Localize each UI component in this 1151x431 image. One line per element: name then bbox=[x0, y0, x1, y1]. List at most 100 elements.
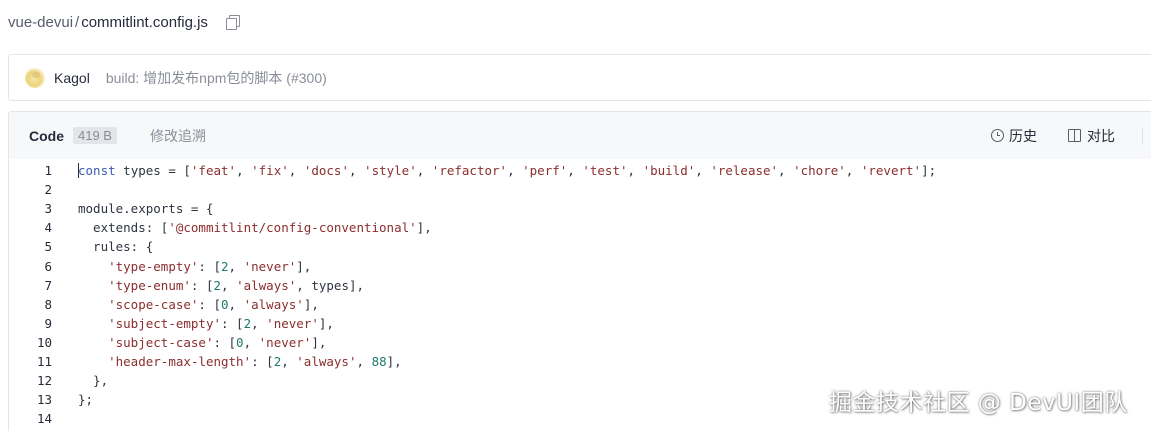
code-token: , bbox=[416, 163, 432, 178]
code-token: extends: [ bbox=[78, 220, 169, 236]
line-number[interactable]: 12 bbox=[9, 373, 52, 388]
code-line: 9 'subject-empty': [2, 'never'], bbox=[9, 314, 1151, 333]
code-token: 'test' bbox=[582, 163, 628, 178]
line-number[interactable]: 5 bbox=[9, 239, 52, 254]
avatar[interactable] bbox=[25, 67, 45, 88]
code-token: 'build' bbox=[642, 163, 696, 178]
code-token: , bbox=[281, 354, 297, 369]
code-token: ], bbox=[386, 354, 402, 369]
code-token: }, bbox=[78, 373, 109, 389]
code-token: , bbox=[288, 163, 304, 178]
code-line: 2 bbox=[9, 180, 1151, 199]
line-number[interactable]: 8 bbox=[9, 297, 52, 312]
code-token: : [ bbox=[198, 296, 221, 312]
compare-button[interactable]: 对比 bbox=[1068, 126, 1128, 146]
code-token: '@commitlint/config-conventional' bbox=[168, 220, 417, 236]
code-text: 'type-enum': [2, 'always', types], bbox=[78, 278, 364, 293]
code-token: , bbox=[251, 315, 267, 331]
code-token: 88 bbox=[371, 354, 387, 369]
code-token: , bbox=[243, 334, 259, 350]
code-token: 'never' bbox=[258, 334, 312, 350]
commit-author[interactable]: Kagol bbox=[54, 70, 90, 86]
code-token: : [ bbox=[190, 277, 214, 293]
code-token: , bbox=[228, 296, 244, 312]
line-number[interactable]: 13 bbox=[9, 392, 52, 407]
code-token: ], bbox=[303, 296, 319, 312]
code-text: 'subject-case': [0, 'never'], bbox=[78, 335, 326, 350]
code-token: ], bbox=[318, 315, 334, 331]
code-token: 'scope-case' bbox=[108, 296, 199, 312]
code-token: }; bbox=[78, 392, 94, 408]
history-label: 历史 bbox=[1009, 127, 1037, 144]
breadcrumb-separator: / bbox=[75, 13, 80, 31]
code-token: 'never' bbox=[266, 315, 319, 331]
line-number[interactable]: 7 bbox=[9, 278, 52, 293]
line-number[interactable]: 3 bbox=[9, 201, 52, 216]
tab-blame[interactable]: 修改追溯 bbox=[150, 126, 206, 146]
code-token: , bbox=[221, 277, 237, 293]
code-token: : [ bbox=[251, 354, 274, 369]
code-line: 10 'subject-case': [0, 'never'], bbox=[9, 333, 1151, 352]
code-token: , bbox=[348, 163, 365, 178]
code-token: ], bbox=[296, 258, 312, 274]
code-token: : [ bbox=[213, 334, 237, 350]
watermark: 掘金技术社区 @ DevUI团队 bbox=[829, 390, 1128, 416]
code-token: ]; bbox=[921, 163, 937, 178]
breadcrumb-repo-link[interactable]: vue-devui bbox=[8, 14, 73, 31]
code-token: , bbox=[845, 163, 861, 178]
tab-code[interactable]: Code bbox=[29, 128, 64, 144]
breadcrumb-file-name: commitlint.config.js bbox=[81, 13, 208, 31]
clock-icon bbox=[991, 129, 1004, 142]
code-token: , bbox=[507, 163, 523, 178]
line-number[interactable]: 6 bbox=[9, 259, 52, 274]
code-token: 0 bbox=[221, 296, 229, 312]
code-token: : [ bbox=[198, 258, 221, 274]
line-number[interactable]: 9 bbox=[9, 316, 52, 331]
code-token: 'docs' bbox=[303, 163, 349, 178]
history-button[interactable]: 历史 bbox=[991, 126, 1051, 146]
code-token: , bbox=[567, 163, 583, 178]
code-token: 'feat' bbox=[190, 163, 237, 178]
line-number[interactable]: 11 bbox=[9, 354, 52, 369]
code-token: module.exports = { bbox=[78, 201, 214, 217]
code-token: 'always' bbox=[243, 296, 304, 312]
code-token: const bbox=[78, 163, 116, 178]
code-token: ], bbox=[416, 220, 432, 236]
code-line: 4 extends: ['@commitlint/config-conventi… bbox=[9, 218, 1151, 237]
code-token: 0 bbox=[236, 334, 244, 350]
file-header: Code 419 B 修改追溯 历史 对比 bbox=[8, 111, 1151, 159]
line-number[interactable]: 10 bbox=[9, 335, 52, 350]
compare-icon bbox=[1068, 129, 1081, 142]
code-text: }; bbox=[78, 392, 93, 407]
code-token: 'revert' bbox=[860, 163, 922, 178]
code-token: 'chore' bbox=[793, 163, 846, 178]
code-token: , bbox=[228, 258, 244, 274]
code-line: 8 'scope-case': [0, 'always'], bbox=[9, 295, 1151, 314]
code-text: }, bbox=[78, 373, 108, 388]
line-number[interactable]: 4 bbox=[9, 220, 52, 235]
code-token: 'always' bbox=[296, 354, 357, 369]
code-token: : [ bbox=[221, 315, 244, 331]
code-token: , bbox=[695, 163, 711, 178]
line-number[interactable]: 14 bbox=[9, 411, 52, 426]
copy-icon[interactable] bbox=[225, 15, 240, 30]
code-token: , types], bbox=[296, 277, 365, 293]
code-token: 'fix' bbox=[251, 163, 289, 178]
compare-label: 对比 bbox=[1087, 127, 1115, 144]
code-line: 5 rules: { bbox=[9, 237, 1151, 256]
code-text: extends: ['@commitlint/config-convention… bbox=[78, 220, 432, 235]
line-number[interactable]: 2 bbox=[9, 182, 52, 197]
commit-message[interactable]: build: 增加发布npm包的脚本 (#300) bbox=[106, 68, 327, 88]
line-number[interactable]: 1 bbox=[9, 163, 52, 178]
code-token: 'always' bbox=[236, 277, 297, 293]
code-token: 2 bbox=[243, 315, 252, 331]
code-text: rules: { bbox=[78, 239, 153, 254]
code-line: 3 module.exports = { bbox=[9, 199, 1151, 218]
latest-commit-bar: Kagol build: 增加发布npm包的脚本 (#300) bbox=[8, 54, 1151, 101]
code-token: rules: { bbox=[78, 239, 154, 255]
